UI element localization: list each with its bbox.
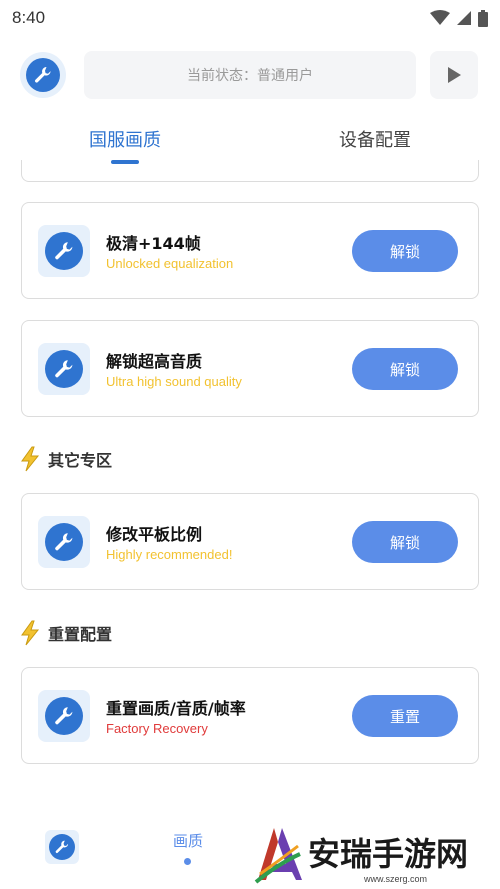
wrench-icon (55, 360, 73, 378)
unlock-button[interactable]: 解锁 (352, 230, 458, 272)
card-title: 极清+144帧 (106, 234, 201, 253)
watermark-text: 安瑞手游网 (308, 834, 469, 873)
wrench-icon (55, 533, 73, 551)
wrench-icon (55, 242, 73, 260)
user-status-field: 当前状态：普通用户 (84, 51, 416, 99)
card-icon-box (38, 343, 90, 395)
nav-home-button[interactable] (45, 830, 79, 864)
nav-item-quality[interactable]: 画质 (168, 830, 208, 851)
status-time: 8:40 (12, 8, 46, 27)
card-title: 修改平板比例 (106, 525, 203, 544)
wifi-icon (430, 10, 450, 25)
card-title: 重置画质/音质/帧率 (106, 699, 246, 718)
section-header-reset: 重置配置 (20, 620, 112, 646)
card-subtitle: Factory Recovery (106, 721, 208, 736)
play-button[interactable] (430, 51, 478, 99)
watermark-url: www.szerg.com (364, 874, 428, 884)
wrench-icon (55, 840, 69, 854)
reset-button[interactable]: 重置 (352, 695, 458, 737)
wrench-icon (35, 67, 51, 83)
signal-icon (457, 11, 471, 25)
watermark-logo-icon (254, 827, 302, 884)
card-icon-box (38, 225, 90, 277)
card-subtitle: Unlocked equalization (106, 256, 234, 271)
feature-card: 解锁超高音质 Ultra high sound quality 解锁 (21, 320, 479, 417)
unlock-button[interactable]: 解锁 (352, 521, 458, 563)
tab-label: 国服画质 (89, 130, 161, 151)
feature-card: 极清+144帧 Unlocked equalization 解锁 (21, 202, 479, 299)
card-subtitle: Ultra high sound quality (106, 374, 242, 389)
battery-icon (478, 9, 488, 27)
app-logo[interactable] (20, 52, 66, 98)
status-icons (430, 9, 488, 27)
header: 当前状态：普通用户 (20, 50, 480, 100)
tab-label: 设备配置 (339, 130, 411, 151)
status-bar: 8:40 (0, 0, 500, 36)
section-title: 其它专区 (48, 451, 113, 470)
unlock-button[interactable]: 解锁 (352, 348, 458, 390)
play-icon (448, 67, 461, 83)
watermark: 安瑞手游网 www.szerg.com (252, 818, 500, 889)
section-header-other: 其它专区 (20, 446, 112, 472)
card-subtitle: Highly recommended! (106, 547, 233, 562)
lightning-icon (21, 446, 40, 472)
wrench-icon (55, 707, 73, 725)
nav-active-dot (184, 858, 191, 865)
card-icon-box (38, 516, 90, 568)
scrolled-card-edge (21, 160, 479, 182)
lightning-icon (21, 620, 40, 646)
card-title: 解锁超高音质 (106, 352, 203, 371)
section-title: 重置配置 (48, 625, 113, 644)
feature-card: 修改平板比例 Highly recommended! 解锁 (21, 493, 479, 590)
feature-card: 重置画质/音质/帧率 Factory Recovery 重置 (21, 667, 479, 764)
card-icon-box (38, 690, 90, 742)
